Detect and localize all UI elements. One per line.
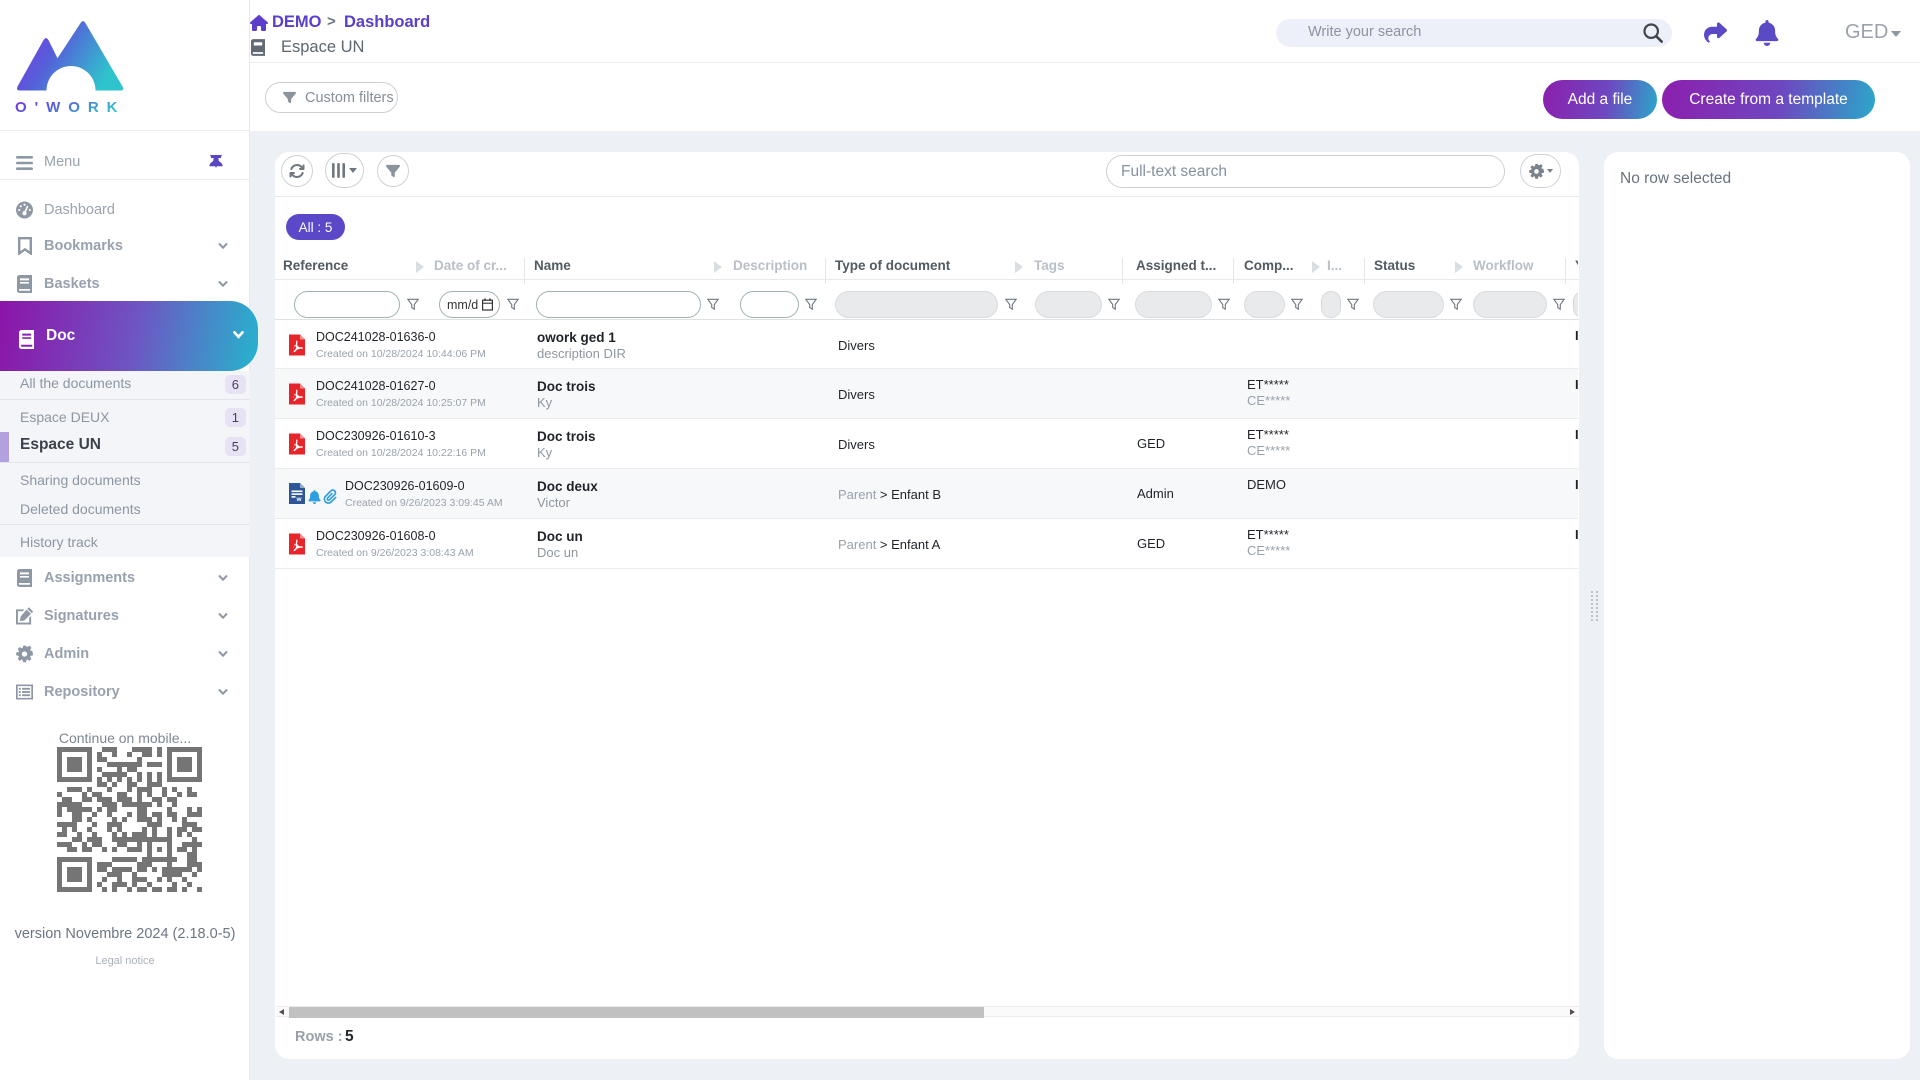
svg-text:O'WORK: O'WORK (15, 99, 124, 114)
svg-text:w: w (296, 496, 303, 503)
